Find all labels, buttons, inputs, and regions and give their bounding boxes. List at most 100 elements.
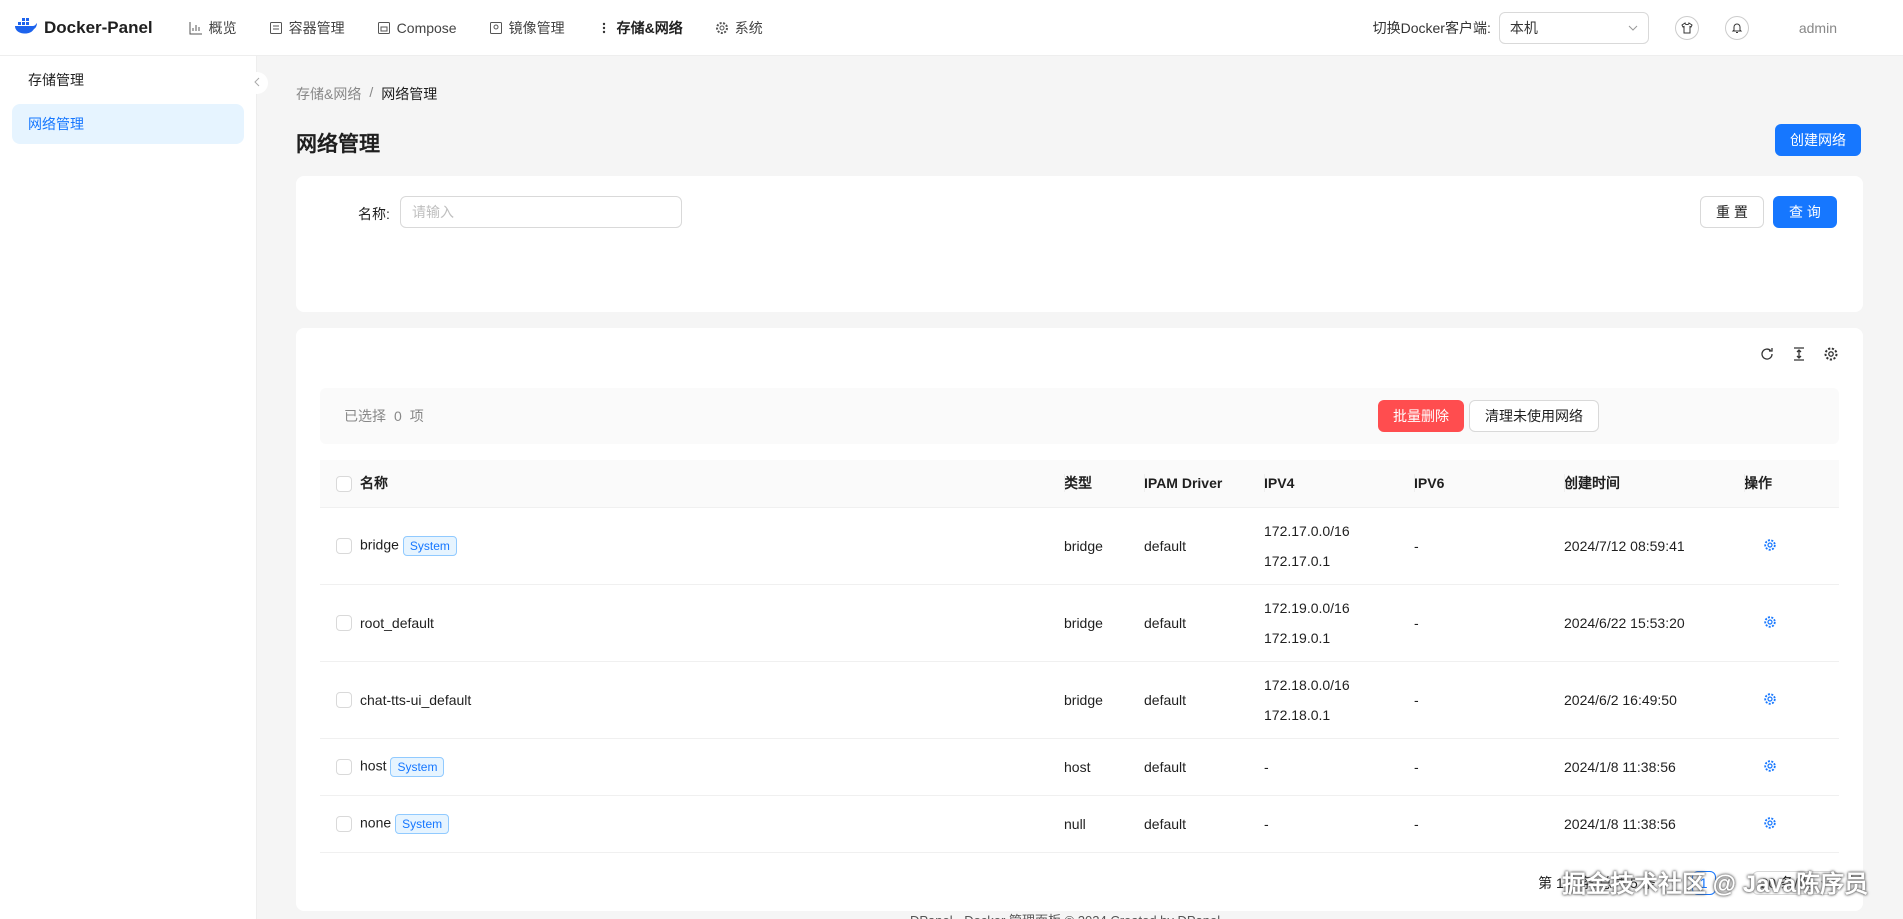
network-ipv4: 172.17.0.0/16 172.17.0.1 <box>1264 507 1414 585</box>
ipv4-subnet: 172.18.0.0/16 <box>1264 676 1350 693</box>
bulk-delete-button[interactable]: 批量删除 <box>1378 400 1464 432</box>
selection-prefix: 已选择 <box>344 408 386 424</box>
row-checkbox[interactable] <box>336 538 352 555</box>
bell-icon[interactable] <box>1724 16 1749 40</box>
row-select-cell <box>320 507 360 585</box>
network-name-cell: none System <box>360 795 1064 853</box>
network-name-cell: root_default <box>360 584 1064 662</box>
client-select[interactable]: 本机 <box>1498 12 1649 44</box>
compose-icon <box>377 21 391 35</box>
column-header-name[interactable]: 名称 <box>360 460 1064 508</box>
ipv4-gateway: 172.19.0.1 <box>1264 629 1331 646</box>
nav-label: 存储&网络 <box>616 19 683 36</box>
nav-system[interactable]: 系统 <box>699 0 779 56</box>
column-header-created[interactable]: 创建时间 <box>1564 460 1744 508</box>
nav-containers[interactable]: 容器管理 <box>253 0 361 56</box>
breadcrumb-separator: / <box>369 84 374 100</box>
network-ipam: default <box>1144 661 1264 739</box>
network-type: bridge <box>1064 584 1144 662</box>
row-actions <box>1744 507 1839 585</box>
create-network-button[interactable]: 创建网络 <box>1775 124 1861 156</box>
client-switch-label: 切换Docker客户端: <box>1372 20 1491 36</box>
client-select-value: 本机 <box>1509 20 1538 36</box>
nav-label: 概览 <box>208 19 237 36</box>
density-icon[interactable] <box>1791 346 1807 362</box>
theme-shirt-icon[interactable] <box>1674 16 1699 40</box>
table-row: none System null default - - 2024/1/8 11:… <box>320 795 1839 853</box>
table-card: 已选择 0 项 批量删除 清理未使用网络 名称 类型 IPAM Driver IPV… <box>296 328 1863 911</box>
column-header-actions: 操作 <box>1744 460 1839 508</box>
cleanup-unused-networks-button[interactable]: 清理未使用网络 <box>1469 400 1599 432</box>
breadcrumb-current: 网络管理 <box>381 86 438 102</box>
column-header-ipv6[interactable]: IPV6 <box>1414 460 1564 508</box>
row-select-cell <box>320 795 360 853</box>
user-menu[interactable]: admin <box>1799 20 1837 36</box>
network-ipv4: 172.18.0.0/16 172.18.0.1 <box>1264 661 1414 739</box>
column-header-type[interactable]: 类型 <box>1064 460 1144 508</box>
network-ipv6: - <box>1414 507 1564 585</box>
network-name[interactable]: bridge <box>360 536 399 552</box>
selection-bar: 已选择 0 项 批量删除 清理未使用网络 <box>320 388 1839 444</box>
network-type: host <box>1064 738 1144 796</box>
row-checkbox[interactable] <box>336 816 352 833</box>
network-type: null <box>1064 795 1144 853</box>
breadcrumb-parent[interactable]: 存储&网络 <box>296 84 361 104</box>
footer: DPanel · Docker 管理面板 © 2024 Created by D… <box>910 910 1220 919</box>
network-name-cell: chat-tts-ui_default <box>360 661 1064 739</box>
row-settings-icon[interactable] <box>1762 758 1778 774</box>
row-settings-icon[interactable] <box>1762 815 1778 831</box>
network-name[interactable]: chat-tts-ui_default <box>360 692 471 708</box>
nav-overview[interactable]: 概览 <box>173 0 253 56</box>
network-type: bridge <box>1064 661 1144 739</box>
nav-label: Compose <box>396 19 457 36</box>
row-select-cell <box>320 661 360 739</box>
sidebar-item-network[interactable]: 网络管理 <box>12 104 244 144</box>
search-card: 名称: 重 置 查 询 <box>296 176 1863 312</box>
row-settings-icon[interactable] <box>1762 614 1778 630</box>
row-checkbox[interactable] <box>336 615 352 632</box>
nav-compose[interactable]: Compose <box>361 0 473 56</box>
network-created: 2024/6/22 15:53:20 <box>1564 584 1744 662</box>
select-all-header <box>320 460 360 508</box>
network-created: 2024/6/2 16:49:50 <box>1564 661 1744 739</box>
row-settings-icon[interactable] <box>1762 691 1778 707</box>
row-select-cell <box>320 584 360 662</box>
main-nav: 概览 容器管理 Compose 镜像管理 存储&网络 系统 <box>173 0 779 56</box>
system-tag: System <box>395 813 450 834</box>
chart-icon <box>189 21 203 35</box>
row-checkbox[interactable] <box>336 692 352 709</box>
network-type: bridge <box>1064 507 1144 585</box>
more-vertical-icon <box>597 21 611 35</box>
query-button[interactable]: 查 询 <box>1773 196 1837 228</box>
network-name[interactable]: root_default <box>360 615 434 631</box>
search-name-input[interactable] <box>400 196 682 228</box>
network-ipv6: - <box>1414 584 1564 662</box>
settings-icon[interactable] <box>1823 346 1839 362</box>
row-settings-icon[interactable] <box>1762 537 1778 553</box>
selection-suffix: 项 <box>409 408 424 424</box>
ipv4-subnet: 172.17.0.0/16 <box>1264 522 1350 539</box>
row-checkbox[interactable] <box>336 759 352 776</box>
system-tag: System <box>390 756 445 777</box>
nav-images[interactable]: 镜像管理 <box>473 0 581 56</box>
table-row: host System host default - - 2024/1/8 11:… <box>320 738 1839 796</box>
breadcrumb: 存储&网络 / 网络管理 <box>296 84 437 104</box>
container-icon <box>269 21 283 35</box>
main-content: 存储&网络 / 网络管理 网络管理 创建网络 名称: 重 置 查 询 已选择 0项… <box>258 56 1903 919</box>
reset-button[interactable]: 重 置 <box>1700 196 1764 228</box>
refresh-icon[interactable] <box>1759 346 1775 362</box>
gear-icon <box>715 21 729 35</box>
column-header-ipam[interactable]: IPAM Driver <box>1144 460 1264 508</box>
app-logo[interactable]: Docker-Panel <box>14 17 153 38</box>
table-row: chat-tts-ui_default bridge default 172.1… <box>320 661 1839 739</box>
network-ipam: default <box>1144 738 1264 796</box>
network-name[interactable]: host <box>360 757 386 773</box>
nav-storage-network[interactable]: 存储&网络 <box>581 0 699 56</box>
sidebar-item-storage[interactable]: 存储管理 <box>12 60 244 100</box>
search-name-label: 名称: <box>358 206 390 222</box>
network-table: 名称 类型 IPAM Driver IPV4 IPV6 创建时间 操作 brid… <box>320 460 1839 853</box>
column-header-ipv4[interactable]: IPV4 <box>1264 460 1414 508</box>
network-ipv6: - <box>1414 738 1564 796</box>
select-all-checkbox[interactable] <box>336 475 352 492</box>
network-name[interactable]: none <box>360 814 391 830</box>
